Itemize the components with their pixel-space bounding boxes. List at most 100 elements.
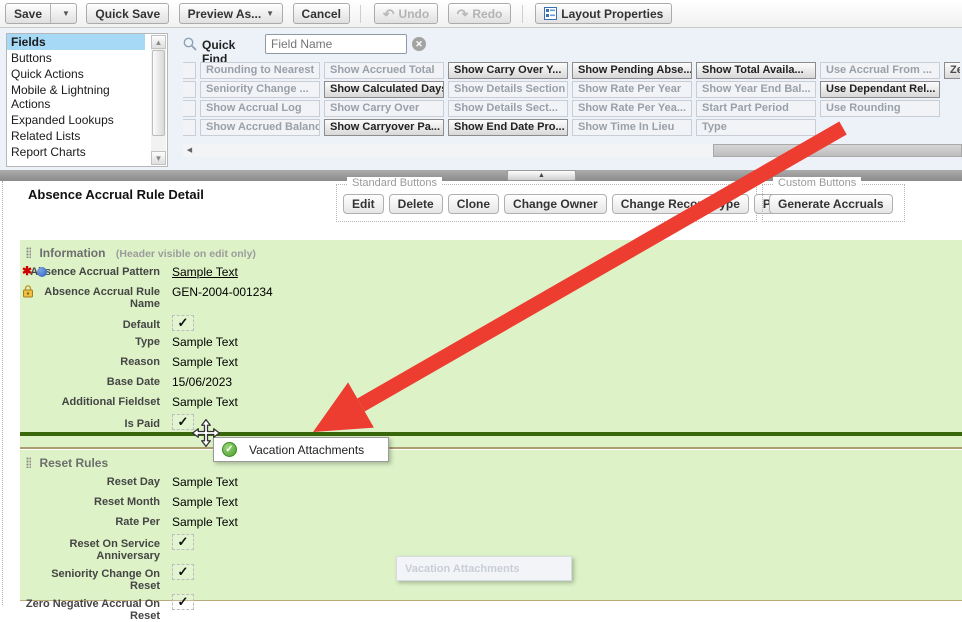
drag-ghost-vacation-attachments[interactable]: ✓ Vacation Attachments (213, 437, 389, 462)
sidebar-item-mobile-lightning-actions[interactable]: Mobile & Lightning Actions (7, 82, 145, 112)
sidebar-item-report-charts[interactable]: Report Charts (7, 144, 145, 160)
preview-as-label: Preview As... (188, 7, 262, 21)
field-row[interactable]: Reason Sample Text (20, 354, 962, 369)
save-button-label[interactable]: Save (6, 4, 50, 23)
scrollbar-thumb[interactable] (713, 144, 962, 157)
section-information[interactable]: Information (Header visible on edit only… (20, 240, 962, 449)
layout-canvas: Absence Accrual Rule Detail Standard But… (0, 181, 962, 605)
undo-label: Undo (399, 7, 430, 21)
field-value: GEN-2004-001234 (172, 284, 273, 310)
palette-horizontal-scrollbar[interactable]: ◀ (183, 144, 962, 157)
lock-icon (22, 285, 34, 298)
redo-label: Redo (472, 7, 502, 21)
palette-item[interactable]: Show Carryover Pa... (324, 119, 444, 136)
palette-item[interactable]: Show Accrued Balance (200, 119, 320, 136)
standard-buttons-legend: Standard Buttons (347, 177, 442, 189)
palette-item[interactable]: Type (696, 119, 816, 136)
field-label: Type (20, 334, 160, 349)
redo-icon: ↷ (457, 7, 469, 21)
field-row[interactable]: Zero Negative Accrual On Reset (20, 594, 962, 622)
palette-item[interactable]: Show Carry Over (324, 100, 444, 117)
field-label: Rate Per (20, 514, 160, 529)
section-note: (Header visible on edit only) (116, 248, 256, 260)
palette-item[interactable]: Show Details Section (448, 81, 568, 98)
save-dropdown-button[interactable]: ▼ (50, 4, 76, 23)
field-label: Additional Fieldset (20, 394, 160, 409)
palette-item[interactable]: Show Pending Abse... (572, 62, 692, 79)
palette-item[interactable]: Show End Date Pro... (448, 119, 568, 136)
palette-item-clipped (183, 119, 196, 136)
palette-item[interactable]: Seniority Change ... (200, 81, 320, 98)
field-row[interactable]: Type Sample Text (20, 334, 962, 349)
sidebar-item-related-lists[interactable]: Related Lists (7, 128, 145, 144)
checked-icon (172, 594, 194, 610)
sidebar-item-fields[interactable]: Fields (7, 34, 145, 50)
palette-item[interactable]: Show Carry Over Y... (448, 62, 568, 79)
section-header: Reset Rules (20, 450, 962, 474)
palette-item[interactable]: Show Accrued Total (324, 62, 444, 79)
palette-item[interactable]: Use Dependant Rel... (820, 81, 940, 98)
field-label: Absence Accrual Rule Name (20, 284, 160, 310)
palette-item[interactable]: Show Rate Per Year (572, 81, 692, 98)
required-icon: ✱ (22, 264, 32, 278)
field-label: Reset Month (20, 494, 160, 509)
palette-item[interactable]: Show Total Availa... (696, 62, 816, 79)
undo-button[interactable]: ↶ Undo (374, 3, 438, 24)
palette-item-dragging[interactable]: Vacation Attachments (396, 556, 572, 581)
field-row[interactable]: Base Date 15/06/2023 (20, 374, 962, 389)
palette-item[interactable]: Use Rounding (820, 100, 940, 117)
field-row[interactable]: Rate Per Sample Text (20, 514, 962, 529)
field-label: Default (20, 315, 160, 331)
change-owner-button[interactable]: Change Owner (504, 194, 607, 214)
field-palette: Fields Buttons Quick Actions Mobile & Li… (0, 28, 962, 171)
delete-button[interactable]: Delete (389, 194, 443, 214)
palette-item[interactable]: Show Calculated Days (324, 81, 444, 98)
field-row[interactable]: Reset Day Sample Text (20, 474, 962, 489)
field-row[interactable]: Absence Accrual Rule Name GEN-2004-00123… (20, 284, 962, 310)
palette-item[interactable]: Start Part Period (696, 100, 816, 117)
field-value: Sample Text (172, 494, 238, 509)
scroll-up-icon[interactable]: ▲ (151, 35, 166, 49)
category-scrollbar[interactable]: ▲ ▼ (151, 35, 166, 165)
field-value: Sample Text (172, 394, 238, 409)
quick-find-input[interactable] (265, 34, 407, 54)
scrollbar-thumb[interactable] (152, 50, 165, 136)
palette-item[interactable]: Show Rate Per Yea... (572, 100, 692, 117)
collapse-palette-handle[interactable]: ▲ (507, 170, 576, 181)
palette-row: Seniority Change ...Show Calculated Days… (183, 81, 944, 99)
preview-as-button[interactable]: Preview As... ▼ (179, 3, 284, 24)
palette-item[interactable]: Rounding to Nearest (200, 62, 320, 79)
change-record-type-button[interactable]: Change Record Type (612, 194, 749, 214)
field-row[interactable]: ✱ Absence Accrual Pattern Sample Text (20, 264, 962, 279)
sidebar-item-quick-actions[interactable]: Quick Actions (7, 66, 145, 82)
drag-handle-icon[interactable] (26, 457, 31, 468)
edit-button[interactable]: Edit (343, 194, 384, 214)
field-label: Reset Day (20, 474, 160, 489)
cancel-button[interactable]: Cancel (293, 3, 350, 24)
scroll-down-icon[interactable]: ▼ (151, 151, 166, 165)
layout-properties-icon (544, 7, 557, 20)
field-row[interactable]: Reset Month Sample Text (20, 494, 962, 509)
sidebar-item-buttons[interactable]: Buttons (7, 50, 145, 66)
clear-search-icon[interactable]: ✕ (412, 37, 426, 51)
field-label: Is Paid (20, 414, 160, 430)
scroll-left-icon[interactable]: ◀ (183, 144, 196, 157)
palette-item-clipped[interactable]: Ze (944, 62, 960, 79)
palette-item[interactable]: Show Year End Bal... (696, 81, 816, 98)
sidebar-item-expanded-lookups[interactable]: Expanded Lookups (7, 112, 145, 128)
save-button[interactable]: Save ▼ (5, 3, 77, 24)
clone-button[interactable]: Clone (448, 194, 499, 214)
palette-item[interactable]: Use Accrual From ... (820, 62, 940, 79)
quick-save-button[interactable]: Quick Save (86, 3, 169, 24)
palette-item[interactable]: Show Time In Lieu (572, 119, 692, 136)
palette-item[interactable]: Show Details Sect... (448, 100, 568, 117)
generate-accruals-button[interactable]: Generate Accruals (769, 194, 893, 214)
redo-button[interactable]: ↷ Redo (448, 3, 512, 24)
field-row[interactable]: Default (20, 315, 962, 331)
field-row[interactable]: Additional Fieldset Sample Text (20, 394, 962, 409)
palette-item[interactable]: Show Accrual Log (200, 100, 320, 117)
layout-properties-button[interactable]: Layout Properties (535, 3, 672, 24)
field-value: Sample Text (172, 264, 238, 279)
field-row[interactable]: Is Paid (20, 414, 962, 430)
drag-handle-icon[interactable] (26, 247, 31, 258)
